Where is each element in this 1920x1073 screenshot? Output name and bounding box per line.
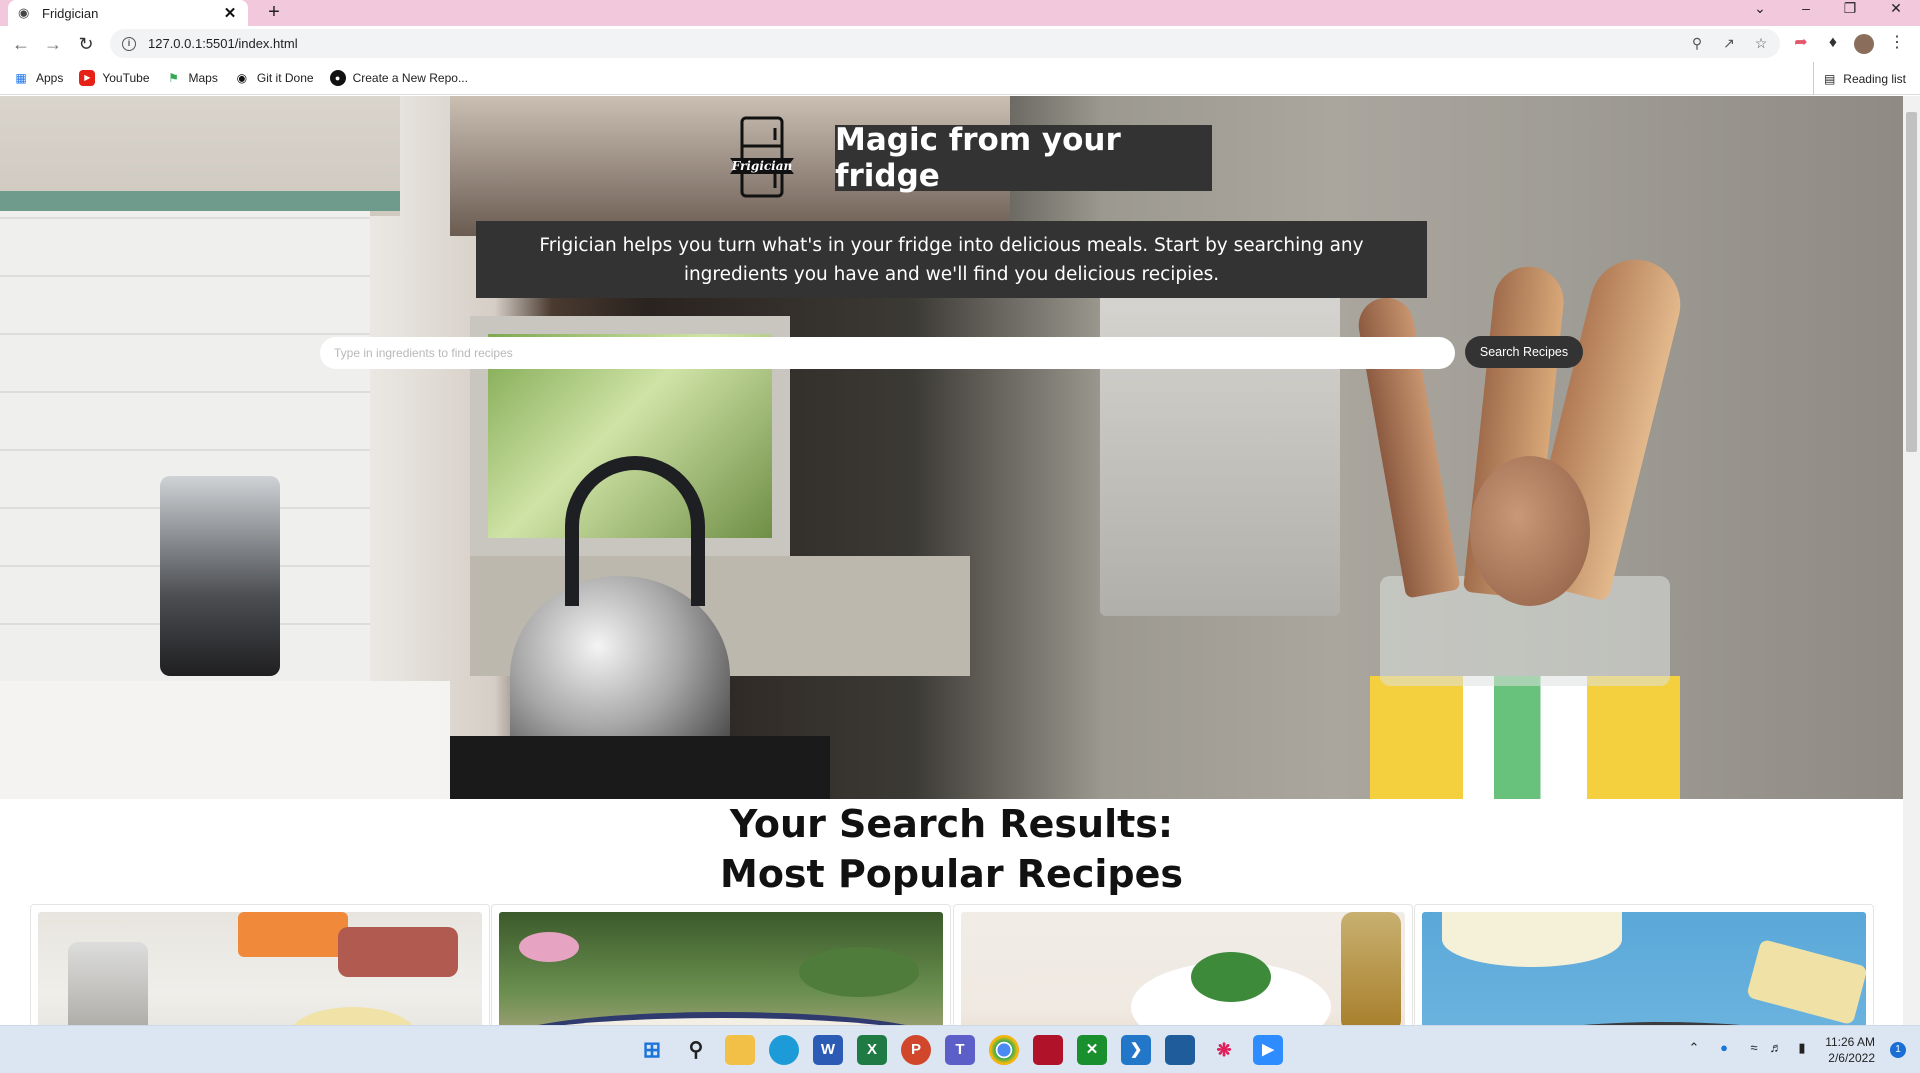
tab-search-icon[interactable]: ⌄ bbox=[1740, 0, 1780, 20]
fridge-dispenser bbox=[1100, 276, 1340, 616]
recipe-card[interactable] bbox=[30, 904, 490, 1025]
app-red-icon[interactable] bbox=[1033, 1035, 1063, 1065]
hero-section: Frigician Magic from your fridge Frigici… bbox=[0, 96, 1903, 799]
new-tab-button[interactable]: + bbox=[262, 1, 286, 24]
bookmark-youtube[interactable]: ▶ YouTube bbox=[79, 70, 150, 86]
logo-text: Frigician bbox=[731, 159, 793, 173]
blender bbox=[160, 476, 280, 676]
slack-icon[interactable]: ❋ bbox=[1209, 1035, 1239, 1065]
youtube-icon: ▶ bbox=[79, 70, 96, 86]
spoon-bowl bbox=[1470, 456, 1590, 606]
browser-tab[interactable]: ◉ Fridgician ✕ bbox=[8, 0, 248, 26]
bookmark-apps[interactable]: ▦ Apps bbox=[13, 70, 63, 86]
excel-icon[interactable]: X bbox=[857, 1035, 887, 1065]
vscode-icon[interactable]: ❯ bbox=[1121, 1035, 1151, 1065]
word-icon[interactable]: W bbox=[813, 1035, 843, 1065]
reading-list-button[interactable]: ▤ Reading list bbox=[1812, 62, 1906, 95]
reading-list-label: Reading list bbox=[1843, 71, 1906, 86]
share-icon[interactable]: ↗ bbox=[1720, 35, 1738, 52]
intro-text: Frigician helps you turn what's in your … bbox=[539, 234, 1364, 285]
system-clock[interactable]: 11:26 AM 2/6/2022 bbox=[1825, 1034, 1875, 1066]
recipe-card[interactable] bbox=[1414, 904, 1874, 1025]
forward-icon[interactable]: → bbox=[41, 32, 65, 56]
browser-toolbar: ← → ↻ i 127.0.0.1:5501/index.html ⚲ ↗ ☆ bbox=[0, 26, 1920, 62]
tagline-box: Magic from your fridge bbox=[835, 122, 1212, 194]
close-window-button[interactable]: ✕ bbox=[1876, 0, 1916, 20]
powerpoint-icon[interactable]: P bbox=[901, 1035, 931, 1065]
xbox-icon[interactable]: ✕ bbox=[1077, 1035, 1107, 1065]
zoom-app-icon[interactable]: ▶ bbox=[1253, 1035, 1283, 1065]
globe-icon: ◉ bbox=[18, 5, 30, 20]
file-explorer-icon[interactable] bbox=[725, 1035, 755, 1065]
back-icon[interactable]: ← bbox=[9, 32, 33, 56]
globe-icon: ◉ bbox=[236, 71, 248, 85]
apps-grid-icon: ▦ bbox=[15, 71, 27, 85]
microphone-icon[interactable]: ● bbox=[1714, 1040, 1734, 1055]
bookmark-label: Maps bbox=[188, 71, 218, 85]
wifi-icon[interactable]: ≈ bbox=[1744, 1040, 1764, 1055]
start-windows-icon[interactable]: ⊞ bbox=[637, 1035, 667, 1065]
edge-icon[interactable] bbox=[769, 1035, 799, 1065]
search-recipes-button[interactable]: Search Recipes bbox=[1465, 336, 1583, 368]
tray-overflow-icon[interactable]: ⌃ bbox=[1684, 1040, 1704, 1056]
clock-time: 11:26 AM bbox=[1825, 1035, 1875, 1049]
restore-button[interactable]: ❐ bbox=[1830, 0, 1870, 20]
scrollbar-thumb[interactable] bbox=[1906, 112, 1917, 452]
page-title: Magic from your fridge bbox=[835, 122, 1121, 194]
kettle-handle bbox=[565, 456, 705, 606]
popular-heading: Most Popular Recipes bbox=[720, 852, 1183, 896]
reload-icon[interactable]: ↻ bbox=[74, 32, 98, 56]
windows-taskbar: ⊞ ⚲ W X P T ✕ ❯ ❋ ▶ ⌃ ● ≈ ♬ ▮ 11:26 AM 2… bbox=[0, 1025, 1920, 1073]
fridgician-logo: Frigician bbox=[730, 116, 794, 198]
maps-icon: ⚑ bbox=[168, 71, 179, 85]
recipe-photo-garden-plate[interactable] bbox=[499, 912, 943, 1025]
photos-icon[interactable] bbox=[1165, 1035, 1195, 1065]
extension-arrow-icon[interactable]: ➦ bbox=[1790, 32, 1812, 54]
bookmarks-bar: ▦ Apps ▶ YouTube ⚑ Maps ◉ Git it Done ● … bbox=[0, 62, 1920, 95]
close-tab-icon[interactable]: ✕ bbox=[222, 4, 238, 22]
chrome-icon[interactable] bbox=[989, 1035, 1019, 1065]
bookmark-label: Apps bbox=[36, 71, 64, 85]
site-info-icon[interactable]: i bbox=[122, 36, 136, 51]
reading-list-icon: ▤ bbox=[1823, 71, 1836, 86]
teams-icon[interactable]: T bbox=[945, 1035, 975, 1065]
url-text: 127.0.0.1:5501/index.html bbox=[148, 36, 298, 51]
recipe-photo-pasta-dough[interactable] bbox=[1422, 912, 1866, 1025]
battery-icon[interactable]: ▮ bbox=[1792, 1040, 1812, 1056]
minimize-button[interactable]: – bbox=[1786, 0, 1826, 20]
jar-label bbox=[1370, 676, 1680, 799]
recipe-card[interactable] bbox=[491, 904, 951, 1025]
intro-box: Frigician helps you turn what's in your … bbox=[476, 221, 1427, 298]
extensions-puzzle-icon[interactable]: ♦ bbox=[1822, 32, 1844, 54]
bookmark-label: Create a New Repo... bbox=[352, 71, 468, 85]
tab-title: Fridgician bbox=[42, 5, 99, 21]
bookmark-label: YouTube bbox=[102, 71, 150, 85]
clock-date: 2/6/2022 bbox=[1828, 1051, 1875, 1065]
page-viewport: Frigician Magic from your fridge Frigici… bbox=[0, 96, 1903, 1025]
bookmark-create-repo[interactable]: ● Create a New Repo... bbox=[329, 70, 468, 86]
notification-badge[interactable]: 1 bbox=[1890, 1042, 1906, 1058]
counter bbox=[0, 681, 450, 799]
address-bar[interactable]: i 127.0.0.1:5501/index.html bbox=[110, 29, 1780, 58]
recipe-card[interactable] bbox=[953, 904, 1413, 1025]
recipe-photo-ingredients[interactable] bbox=[38, 912, 482, 1025]
zoom-icon[interactable]: ⚲ bbox=[1688, 35, 1706, 52]
shelf bbox=[0, 191, 400, 211]
stove bbox=[450, 736, 830, 799]
profile-avatar[interactable] bbox=[1854, 34, 1874, 54]
tab-strip: ◉ Fridgician ✕ + ⌄ – ❐ ✕ bbox=[0, 0, 1920, 26]
ingredient-search-input[interactable] bbox=[320, 337, 1455, 369]
bookmark-maps[interactable]: ⚑ Maps bbox=[166, 70, 218, 86]
bookmark-star-icon[interactable]: ☆ bbox=[1752, 35, 1770, 52]
github-icon: ● bbox=[329, 70, 346, 86]
menu-kebab-icon[interactable]: ⋮ bbox=[1886, 32, 1908, 54]
volume-icon[interactable]: ♬ bbox=[1766, 1040, 1786, 1055]
bookmark-label: Git it Done bbox=[256, 71, 314, 85]
recipe-photo-salad-oil[interactable] bbox=[961, 912, 1405, 1025]
search-icon[interactable]: ⚲ bbox=[681, 1035, 711, 1065]
bookmark-git-it-done[interactable]: ◉ Git it Done bbox=[234, 70, 314, 86]
results-heading: Your Search Results: bbox=[729, 802, 1174, 846]
